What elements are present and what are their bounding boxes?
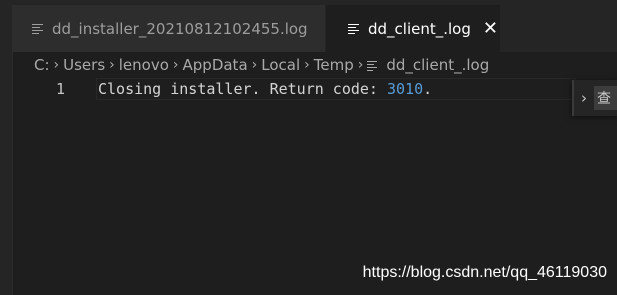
line-number: 1 (56, 80, 66, 98)
file-lines-icon (32, 23, 43, 35)
tab-installer-log[interactable]: dd_installer_20210812102455.log (12, 5, 326, 52)
return-code-value: 3010 (386, 80, 424, 98)
code-punctuation: . (423, 80, 433, 98)
chevron-right-icon: › (251, 57, 258, 73)
chevron-right-icon: › (172, 57, 179, 73)
breadcrumb-file[interactable]: dd_client_.log (386, 56, 489, 74)
tab-label: dd_client_.log (368, 19, 471, 38)
tab-client-log[interactable]: dd_client_.log ✕ (326, 5, 500, 52)
tab-label: dd_installer_20210812102455.log (52, 19, 308, 38)
find-widget: › 查 (572, 80, 617, 116)
chevron-right-icon: › (304, 57, 310, 73)
chevron-right-icon: › (357, 57, 364, 73)
editor-window: dd_installer_20210812102455.log dd_clien… (0, 0, 617, 295)
chevron-right-icon: › (109, 57, 115, 73)
code-text: Closing installer. Return code: (98, 80, 387, 98)
breadcrumb-item[interactable]: C: (34, 56, 50, 74)
file-lines-icon (348, 23, 359, 35)
chevron-right-icon: › (53, 57, 60, 73)
breadcrumb-item[interactable]: lenovo (119, 56, 169, 74)
code-editor[interactable]: 1 Closing installer. Return code: 3010. (12, 78, 617, 295)
close-icon[interactable]: ✕ (483, 19, 498, 38)
breadcrumb-item[interactable]: Users (63, 56, 105, 74)
breadcrumb-item[interactable]: AppData (183, 56, 248, 74)
breadcrumb-item[interactable]: Local (261, 56, 300, 74)
find-input[interactable]: 查 (594, 86, 617, 110)
breadcrumb-item[interactable]: Temp (314, 56, 354, 74)
chevron-right-icon[interactable]: › (574, 89, 594, 107)
file-lines-icon (367, 60, 378, 71)
code-line[interactable]: Closing installer. Return code: 3010. (98, 79, 432, 99)
watermark: https://blog.csdn.net/qq_46119030 (362, 264, 607, 281)
breadcrumb: C: › Users › lenovo › AppData › Local › … (12, 52, 617, 78)
